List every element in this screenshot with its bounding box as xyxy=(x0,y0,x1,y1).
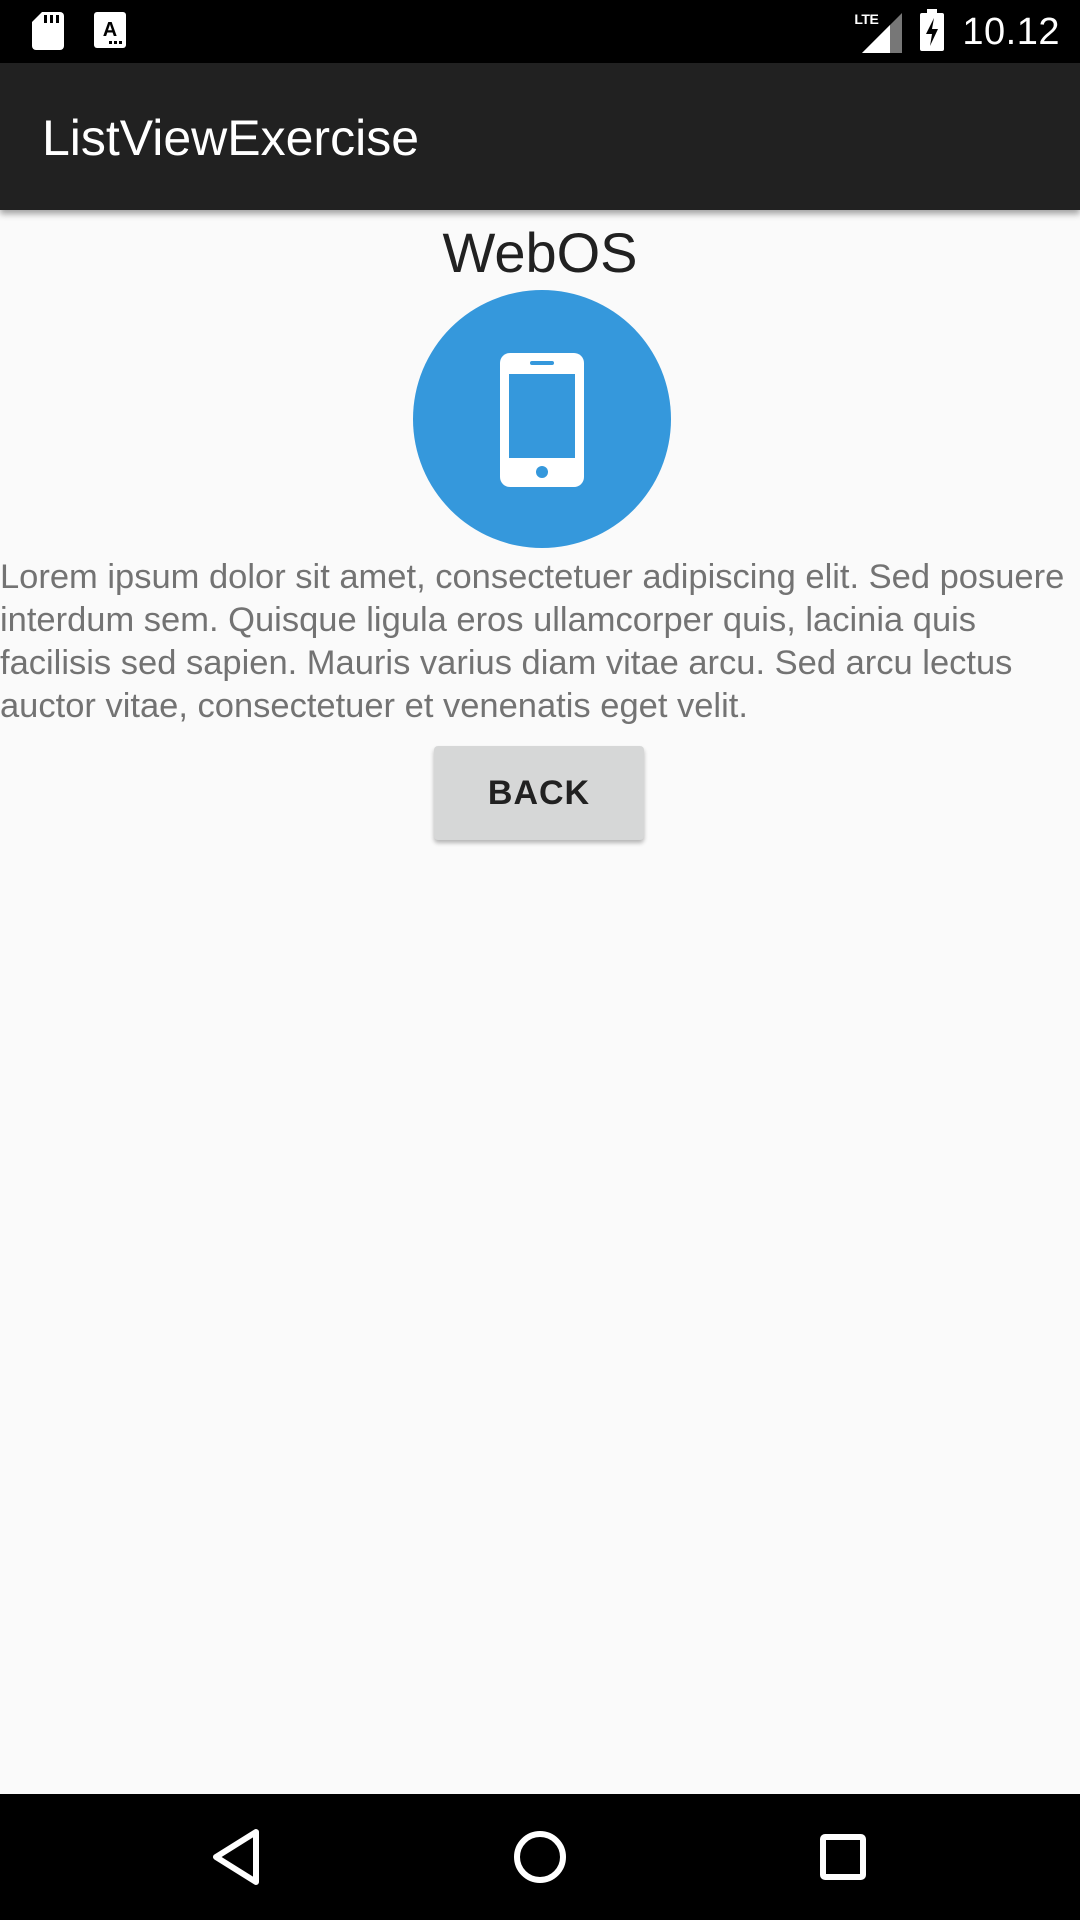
app-title: ListViewExercise xyxy=(42,110,420,166)
battery-charging-icon xyxy=(920,8,945,56)
svg-text:A: A xyxy=(103,19,117,41)
smartphone-icon xyxy=(500,353,584,487)
app-bar: ListViewExercise xyxy=(0,63,1080,210)
nav-recents-icon[interactable] xyxy=(810,1824,876,1890)
item-title: WebOS xyxy=(442,221,638,284)
nav-home-icon[interactable] xyxy=(507,1824,573,1890)
lte-signal-icon: LTE xyxy=(854,11,903,53)
item-description: Lorem ipsum dolor sit amet, consectetuer… xyxy=(0,558,1065,725)
status-time: 10.12 xyxy=(962,10,1060,53)
navigation-bar xyxy=(0,1794,1080,1920)
back-button[interactable]: BACK xyxy=(434,746,644,840)
nav-back-icon[interactable] xyxy=(204,1824,270,1890)
sd-card-icon xyxy=(32,12,64,55)
item-image xyxy=(413,290,671,548)
status-bar: A LTE 10.12 xyxy=(0,0,1080,63)
a-notification-icon: A xyxy=(94,12,126,53)
